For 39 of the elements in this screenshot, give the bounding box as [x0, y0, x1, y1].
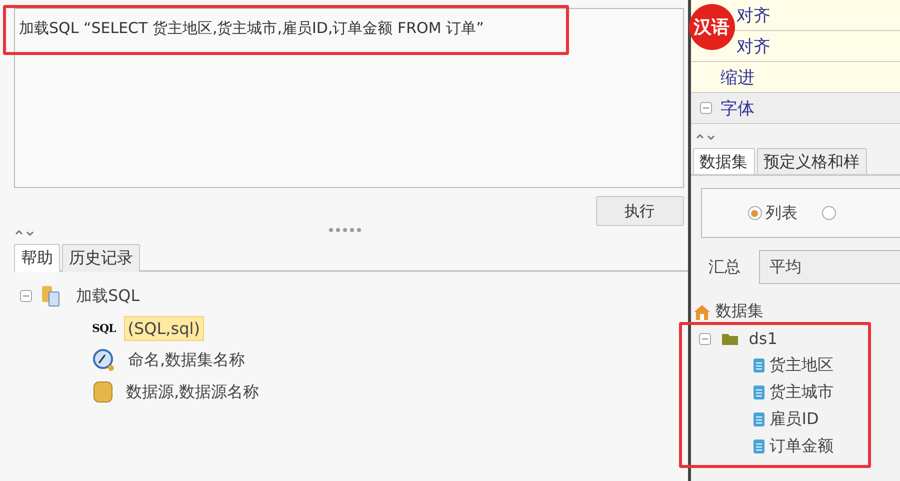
collapse-icon[interactable] — [700, 102, 712, 114]
summary-select[interactable]: 平均 — [758, 250, 900, 284]
tree-item[interactable]: 加载SQL — [72, 282, 144, 310]
panel-tab[interactable]: 数据集 — [692, 148, 755, 174]
property-label[interactable]: 对齐 — [736, 34, 771, 58]
collapse-arrows-icon[interactable] — [14, 228, 36, 238]
summary-label: 汇总 — [708, 256, 741, 278]
property-label[interactable]: 缩进 — [720, 66, 755, 88]
help-tab[interactable]: 历史记录 — [62, 244, 140, 272]
property-label[interactable]: 字体 — [720, 96, 755, 120]
collapse-arrows-icon[interactable] — [694, 132, 717, 142]
tree-item[interactable]: 数据集 — [716, 301, 764, 322]
tree-item[interactable]: 命名,数据集名称 — [124, 346, 250, 374]
sql-label: SQL — [92, 322, 116, 334]
collapse-icon[interactable] — [698, 332, 711, 344]
folder-icon — [720, 332, 739, 346]
field-icon — [752, 385, 765, 400]
field-icon — [752, 439, 765, 454]
collapse-icon[interactable] — [20, 290, 32, 302]
field-icon — [752, 412, 765, 427]
property-label[interactable]: 对齐 — [736, 4, 771, 26]
magnifier-icon — [92, 348, 116, 372]
tree-item[interactable]: 订单金额 — [770, 436, 834, 457]
view-option[interactable]: 列表 — [748, 202, 798, 224]
help-tab[interactable]: 帮助 — [14, 244, 60, 272]
house-icon — [692, 302, 711, 320]
tree-item[interactable]: 货主地区 — [770, 355, 834, 376]
tree-item[interactable]: 数据源,数据源名称 — [122, 378, 264, 406]
tree-item[interactable]: ds1 — [748, 329, 778, 348]
tree-item[interactable]: 雇员ID — [770, 409, 819, 430]
sql-text: 加载SQL “SELECT 货主地区,货主城市,雇员ID,订单金额 FROM 订单” — [19, 19, 485, 38]
run-button[interactable]: 执行 — [596, 196, 684, 226]
field-icon — [752, 358, 765, 373]
database-icon — [92, 380, 114, 404]
splitter-handle[interactable] — [329, 228, 361, 232]
view-option[interactable] — [822, 206, 836, 220]
panel-tab[interactable]: 预定义格和样 — [756, 148, 867, 174]
tree-item[interactable]: (SQL,sql) — [124, 316, 204, 340]
tree-item[interactable]: 货主城市 — [770, 382, 834, 403]
